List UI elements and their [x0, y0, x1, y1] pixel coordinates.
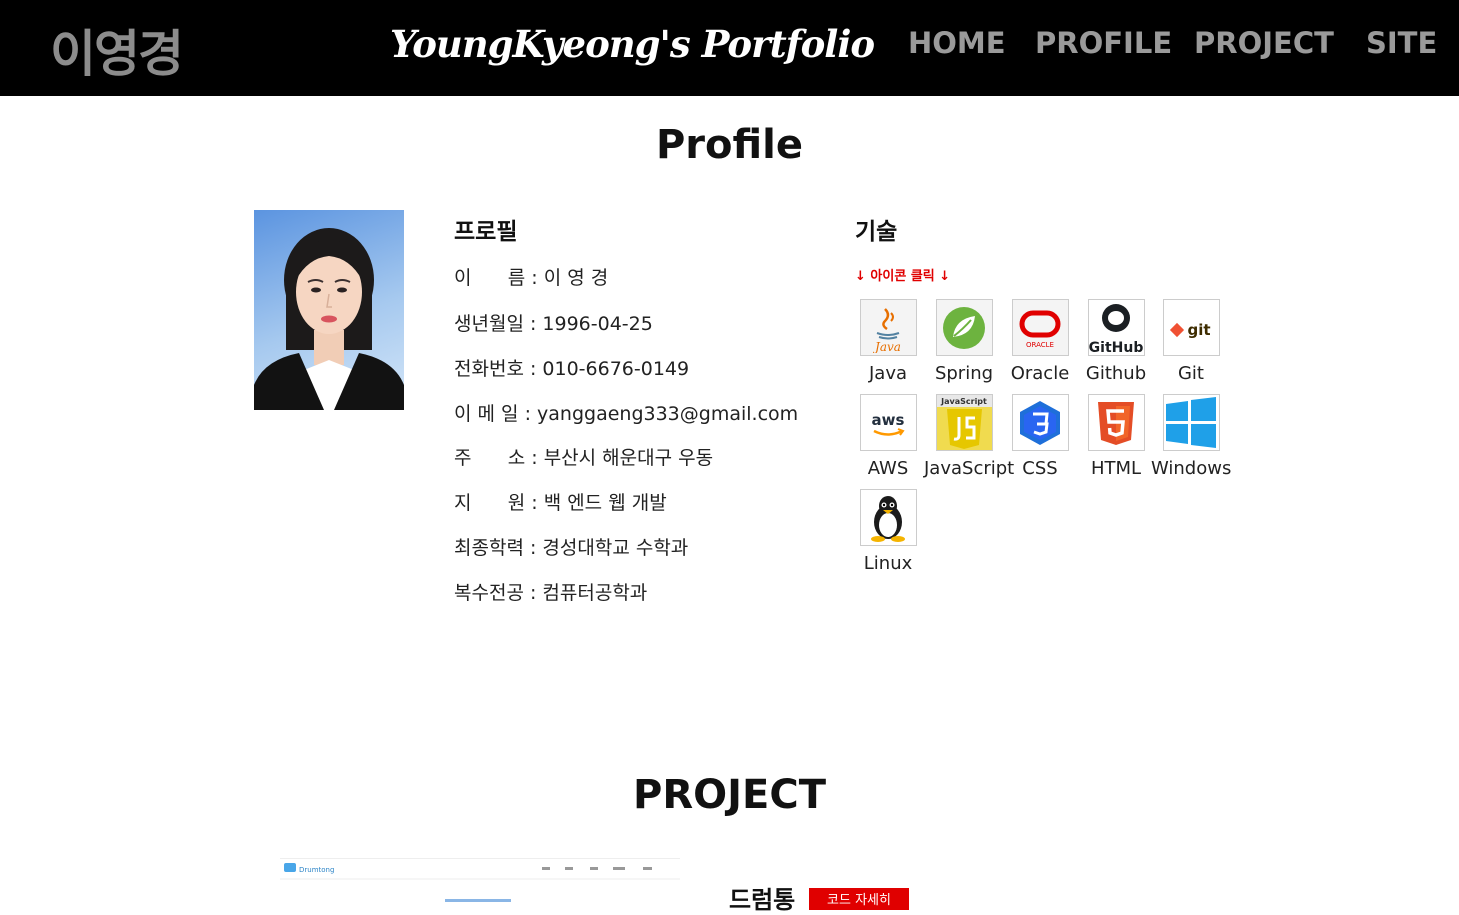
skill-github[interactable]: GitHub Github — [1076, 299, 1156, 384]
skill-label: Java — [868, 363, 908, 384]
skill-linux[interactable]: Linux — [848, 489, 928, 574]
skill-label: Github — [1085, 363, 1147, 384]
info-value: yanggaeng333@gmail.com — [537, 403, 799, 425]
info-value: 010-6676-0149 — [542, 358, 690, 380]
linux-icon[interactable] — [859, 489, 917, 546]
info-row-birth: 생년월일 : 1996-04-25 — [454, 313, 653, 335]
nav-home[interactable]: HOME — [908, 26, 1006, 60]
code-detail-button[interactable]: 코드 자세히 — [809, 888, 909, 910]
skill-windows[interactable]: Windows — [1151, 394, 1231, 479]
brand-name[interactable]: 이영경 — [50, 14, 184, 86]
nav-profile[interactable]: PROFILE — [1035, 26, 1172, 60]
svg-text:aws: aws — [872, 411, 905, 429]
skill-label: Windows — [1151, 458, 1232, 479]
skill-label: JavaScript — [924, 458, 1015, 479]
skill-label: Linux — [863, 553, 913, 574]
svg-text:Java: Java — [872, 340, 901, 353]
info-value: 부산시 해운대구 우동 — [543, 447, 714, 469]
skill-javascript[interactable]: JavaScript JavaScript — [924, 394, 1015, 479]
oracle-icon[interactable]: ORACLE — [1011, 299, 1069, 356]
skill-css[interactable]: CSS — [1000, 394, 1080, 479]
info-row-address: 주 소 : 부산시 해운대구 우동 — [454, 447, 714, 469]
windows-icon[interactable] — [1162, 394, 1220, 451]
info-row-name: 이 름 : 이 영 경 — [454, 267, 609, 289]
info-value: 백 엔드 웹 개발 — [543, 492, 667, 514]
skill-spring[interactable]: Spring — [924, 299, 1004, 384]
skill-label: AWS — [867, 458, 909, 479]
info-label: 전화번호 — [454, 358, 524, 380]
skill-label: HTML — [1090, 458, 1142, 479]
skill-label: Git — [1177, 363, 1204, 384]
info-row-education: 최종학력 : 경성대학교 수학과 — [454, 537, 689, 559]
info-row-double-major: 복수전공 : 컴퓨터공학과 — [454, 582, 648, 604]
info-label: 주 소 — [454, 447, 526, 469]
html-icon[interactable] — [1087, 394, 1145, 451]
profile-photo — [254, 210, 404, 410]
css-icon[interactable] — [1011, 394, 1069, 451]
skills-hint: ↓ 아이콘 클릭 ↓ — [855, 269, 951, 284]
info-row-apply: 지 원 : 백 엔드 웹 개발 — [454, 492, 667, 514]
skill-label: CSS — [1022, 458, 1058, 479]
skill-html[interactable]: HTML — [1076, 394, 1156, 479]
svg-text:git: git — [1187, 321, 1210, 339]
info-row-phone: 전화번호 : 010-6676-0149 — [454, 358, 690, 380]
skill-label: Spring — [934, 363, 994, 384]
top-navbar: 이영경 YoungKyeong's Portfolio HOME PROFILE… — [0, 0, 1459, 96]
info-label: 이 메 일 — [454, 403, 519, 425]
info-value: 컴퓨터공학과 — [542, 582, 648, 604]
info-label: 지 원 — [454, 492, 526, 514]
info-label: 생년월일 — [454, 313, 524, 335]
profile-heading: 프로필 — [454, 219, 518, 245]
info-label: 복수전공 — [454, 582, 524, 604]
project-thumbnail[interactable]: Drumtong — [280, 858, 680, 904]
skill-aws[interactable]: aws AWS — [848, 394, 928, 479]
github-icon[interactable]: GitHub — [1087, 299, 1145, 356]
info-value: 경성대학교 수학과 — [542, 537, 689, 559]
svg-text:ORACLE: ORACLE — [1026, 341, 1054, 349]
skill-git[interactable]: git Git — [1151, 299, 1231, 384]
site-title: YoungKyeong's Portfolio — [390, 22, 875, 66]
info-value: 1996-04-25 — [542, 313, 653, 335]
skill-java[interactable]: Java Java — [848, 299, 928, 384]
info-label: 이 름 — [454, 267, 526, 289]
info-label: 최종학력 — [454, 537, 524, 559]
spring-icon[interactable] — [935, 299, 993, 356]
aws-icon[interactable]: aws — [859, 394, 917, 451]
javascript-icon[interactable]: JavaScript — [935, 394, 993, 451]
svg-text:JavaScript: JavaScript — [940, 397, 987, 406]
java-icon[interactable]: Java — [859, 299, 917, 356]
skill-oracle[interactable]: ORACLE Oracle — [1000, 299, 1080, 384]
project-name: 드럼통 — [729, 886, 796, 914]
svg-text:GitHub: GitHub — [1089, 340, 1143, 355]
svg-text:Drumtong: Drumtong — [299, 866, 334, 874]
nav-site[interactable]: SITE — [1366, 26, 1437, 60]
profile-section-title: Profile — [655, 122, 803, 168]
project-section-title: PROJECT — [633, 772, 826, 818]
info-row-email: 이 메 일 : yanggaeng333@gmail.com — [454, 403, 799, 425]
info-value: 이 영 경 — [543, 267, 609, 289]
git-icon[interactable]: git — [1162, 299, 1220, 356]
skill-label: Oracle — [1010, 363, 1070, 384]
nav-project[interactable]: PROJECT — [1194, 26, 1334, 60]
skills-heading: 기술 — [855, 219, 898, 245]
